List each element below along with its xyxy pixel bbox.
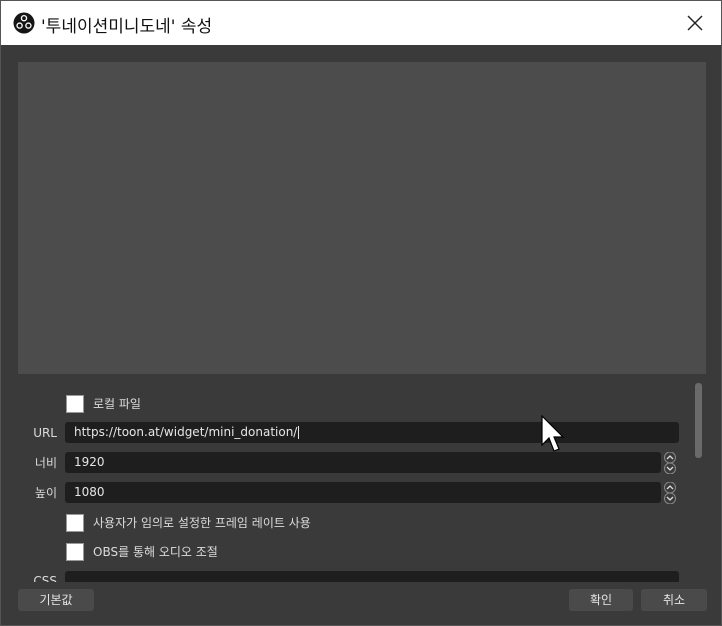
- window-title: '투네이션미니도네' 속성: [41, 17, 213, 37]
- scrollbar-thumb[interactable]: [695, 383, 702, 458]
- css-row: CSS: [1, 571, 681, 582]
- close-icon: [687, 15, 703, 31]
- defaults-button[interactable]: 기본값: [18, 589, 94, 611]
- custom-fps-row: 사용자가 임의로 설정한 프레임 레이트 사용: [1, 513, 681, 535]
- title-bar[interactable]: '투네이션미니도네' 속성: [1, 1, 721, 45]
- url-value: https://toon.at/widget/mini_donation/: [74, 425, 298, 439]
- obs-audio-label: OBS를 통해 오디오 조절: [93, 545, 218, 559]
- obs-audio-row: OBS를 통해 오디오 조절: [1, 542, 681, 564]
- height-row: 높이 1080: [1, 482, 681, 504]
- css-label: CSS: [33, 574, 57, 582]
- url-row: URL https://toon.at/widget/mini_donation…: [1, 422, 681, 444]
- local-file-label: 로컬 파일: [93, 397, 141, 411]
- url-input[interactable]: https://toon.at/widget/mini_donation/: [65, 422, 679, 443]
- browser-source-preview: [18, 62, 706, 374]
- local-file-checkbox[interactable]: [66, 395, 84, 413]
- local-file-row: 로컬 파일: [1, 394, 681, 416]
- obs-logo-icon: [13, 12, 35, 34]
- width-label: 너비: [34, 456, 57, 470]
- height-label: 높이: [34, 486, 57, 500]
- width-row: 너비 1920: [1, 452, 681, 474]
- height-value: 1080: [74, 485, 105, 499]
- cancel-button[interactable]: 취소: [641, 589, 707, 611]
- obs-audio-checkbox[interactable]: [66, 543, 84, 561]
- width-stepper-icon[interactable]: [663, 452, 677, 474]
- url-label: URL: [33, 426, 57, 440]
- custom-fps-label: 사용자가 임의로 설정한 프레임 레이트 사용: [93, 516, 311, 530]
- properties-dialog: '투네이션미니도네' 속성 로컬 파일 URL https://toon.at/…: [0, 0, 722, 626]
- custom-fps-checkbox[interactable]: [66, 514, 84, 532]
- close-button[interactable]: [669, 1, 721, 45]
- width-value: 1920: [74, 455, 105, 469]
- css-textarea[interactable]: [65, 571, 679, 582]
- text-caret: [298, 426, 300, 439]
- properties-scrollbar[interactable]: [694, 383, 703, 583]
- ok-button[interactable]: 확인: [569, 589, 633, 611]
- width-input[interactable]: 1920: [65, 452, 661, 473]
- height-input[interactable]: 1080: [65, 482, 661, 503]
- height-stepper-icon[interactable]: [663, 482, 677, 504]
- properties-panel: 로컬 파일 URL https://toon.at/widget/mini_do…: [1, 377, 705, 582]
- mouse-pointer-icon: [541, 415, 565, 452]
